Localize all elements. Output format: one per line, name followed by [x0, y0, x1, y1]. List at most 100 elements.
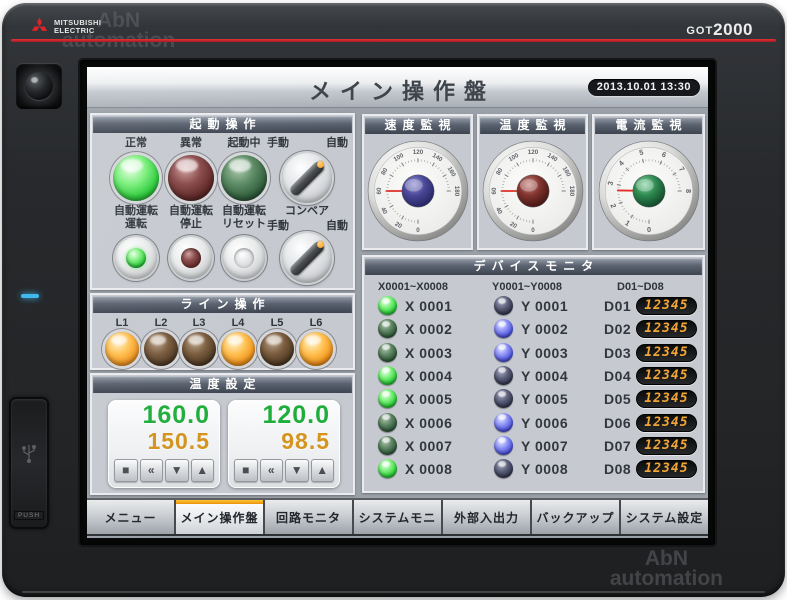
d-register-label: D03 — [604, 344, 632, 361]
y-device-lamp — [494, 389, 513, 409]
temp-panel-body: 160.0 150.5 ■ «▼ ▲ 120.0 98.5 ■ «▼ ▲ — [92, 375, 353, 493]
svg-text:0: 0 — [531, 227, 535, 234]
stop-button[interactable]: ■ — [234, 459, 258, 482]
svg-text:180: 180 — [452, 186, 459, 197]
model-badge: GOT2000 — [686, 20, 753, 39]
svg-text:60: 60 — [376, 187, 383, 194]
push-button-lamp — [181, 248, 201, 268]
line-lamp-button[interactable] — [221, 332, 255, 366]
selector-top-label: コンベア — [285, 205, 329, 217]
three-diamond-icon — [30, 17, 49, 34]
push-button[interactable] — [223, 237, 265, 279]
down-button[interactable]: ▼ — [285, 459, 309, 482]
device-monitor-rows: X 0001 Y 0001 D01 12345 X 0002 Y 0002 D02 12345… — [364, 257, 703, 491]
gauge-title: 電流監視 — [595, 117, 702, 134]
x-device-label: X 0003 — [405, 344, 453, 361]
y-device-label: Y 0003 — [521, 344, 569, 361]
line-lamp-button[interactable] — [182, 332, 216, 366]
fast-button[interactable]: « — [259, 459, 283, 482]
temperature-controller: 160.0 150.5 ■ «▼ ▲ — [108, 400, 220, 488]
temperature-controller: 120.0 98.5 ■ «▼ ▲ — [228, 400, 340, 488]
tab-メニュー[interactable]: メニュー — [87, 500, 174, 534]
device-monitor-row: X 0002 Y 0002 D02 12345 — [364, 318, 703, 340]
y-device-lamp — [494, 296, 513, 315]
gauge-dial: 020406080100 120 140160180 — [367, 140, 468, 242]
gauge-panel-2: 温度監視 0 20 40 60 80 100 120 140 160 180 — [477, 114, 588, 250]
push-button[interactable] — [170, 237, 212, 279]
human-sensor — [16, 63, 62, 109]
d-register-value: 12345 — [636, 390, 697, 409]
down-button[interactable]: ▼ — [165, 459, 189, 482]
device-monitor-row: X 0001 Y 0001 D01 12345 — [364, 295, 703, 317]
line-lamp-label: L2 — [154, 317, 168, 329]
push-button[interactable] — [115, 237, 157, 279]
title-bar: メイン操作盤 2013.10.01 13:30 — [87, 67, 708, 108]
up-button[interactable]: ▲ — [190, 459, 214, 482]
x-device-lamp — [378, 319, 397, 339]
selector-switch[interactable] — [282, 233, 332, 283]
tab-システム設定[interactable]: システム設定 — [621, 500, 708, 534]
d-register-value: 12345 — [636, 343, 697, 362]
y-device-label: Y 0006 — [521, 414, 569, 431]
set-value: 120.0 — [262, 401, 330, 429]
startup-panel-body: 正常 異常 起動中 手動 自動 自動運転 運転 自動運転 停止 自動運転 リセット コンベア 手動… — [92, 115, 353, 288]
line-lamp-label: L3 — [192, 317, 206, 329]
controller-buttons: ■ «▼ ▲ — [234, 459, 334, 482]
tab-回路モニタ[interactable]: 回路モニタ — [265, 500, 352, 534]
x-device-lamp — [378, 342, 397, 362]
svg-text:120: 120 — [527, 149, 538, 156]
x-device-lamp — [378, 412, 397, 432]
device-monitor-row: X 0005 Y 0005 D05 12345 — [364, 388, 703, 410]
hmi-device-bezel: AbN automation AbN automation MITSUBISHI… — [2, 3, 785, 597]
line-lamp-label: L5 — [270, 317, 284, 329]
touchscreen[interactable]: メイン操作盤 2013.10.01 13:30 起動操作 正常 異常 起動中 手動 自動… — [87, 67, 708, 538]
gauge-panel-1: 速度監視 0 20 40 60 80 100 120 140 160 180 — [362, 114, 473, 250]
y-device-label: Y 0005 — [521, 391, 569, 408]
lcd-frame: メイン操作盤 2013.10.01 13:30 起動操作 正常 異常 起動中 手動 自動… — [80, 60, 715, 545]
line-lamp-button[interactable] — [105, 332, 139, 366]
selector-switch[interactable] — [282, 153, 332, 203]
d-register-value: 12345 — [636, 366, 697, 385]
usb-cover-door[interactable]: PUSH — [9, 397, 49, 529]
fast-button[interactable]: « — [139, 459, 163, 482]
gauge-title: 速度監視 — [365, 117, 470, 134]
gauge-dial: 012345 678 — [598, 140, 699, 242]
up-button[interactable]: ▲ — [310, 459, 334, 482]
push-button-lamp — [126, 248, 146, 268]
y-device-label: Y 0008 — [521, 461, 569, 478]
line-lamp-button[interactable] — [260, 332, 294, 366]
line-lamp-button[interactable] — [144, 332, 178, 366]
y-device-lamp — [494, 342, 513, 362]
svg-text:60: 60 — [491, 187, 498, 194]
tab-外部入出力[interactable]: 外部入出力 — [443, 500, 530, 534]
selector-left-label: 手動 — [267, 220, 289, 232]
selector-right-label: 自動 — [326, 220, 348, 232]
stop-button[interactable]: ■ — [114, 459, 138, 482]
y-device-lamp — [494, 365, 513, 385]
y-device-label: Y 0007 — [521, 437, 569, 454]
usb-push-label: PUSH — [13, 511, 45, 520]
device-monitor-row: X 0003 Y 0003 D03 12345 — [364, 342, 703, 364]
line-lamp-label: L6 — [309, 317, 323, 329]
line-panel-body: L1 L2 L3 L4 L5 L6 — [92, 295, 353, 368]
selector-position-dot — [317, 241, 324, 248]
line-operation-panel: ライン操作 L1 L2 L3 L4 L5 L6 — [90, 293, 355, 370]
device-monitor-row: X 0006 Y 0006 D06 12345 — [364, 412, 703, 434]
d-register-value: 12345 — [636, 413, 697, 432]
x-device-lamp — [378, 459, 397, 479]
y-device-lamp — [494, 435, 513, 455]
d-register-value: 12345 — [636, 297, 697, 315]
device-monitor-row: X 0008 Y 0008 D08 12345 — [364, 458, 703, 480]
tab-バックアップ[interactable]: バックアップ — [532, 500, 619, 534]
line-lamp-button[interactable] — [299, 332, 333, 366]
x-device-label: X 0002 — [405, 321, 453, 338]
usb-icon — [22, 444, 36, 463]
y-device-lamp — [494, 459, 513, 479]
tab-メイン操作盤[interactable]: メイン操作盤 — [176, 500, 263, 534]
present-value: 98.5 — [281, 428, 330, 454]
y-device-lamp — [494, 412, 513, 432]
x-device-lamp — [378, 435, 397, 455]
x-device-label: X 0008 — [405, 461, 453, 478]
tab-システムモニタ[interactable]: システムモニタ — [354, 500, 441, 534]
y-device-label: Y 0004 — [521, 367, 569, 384]
